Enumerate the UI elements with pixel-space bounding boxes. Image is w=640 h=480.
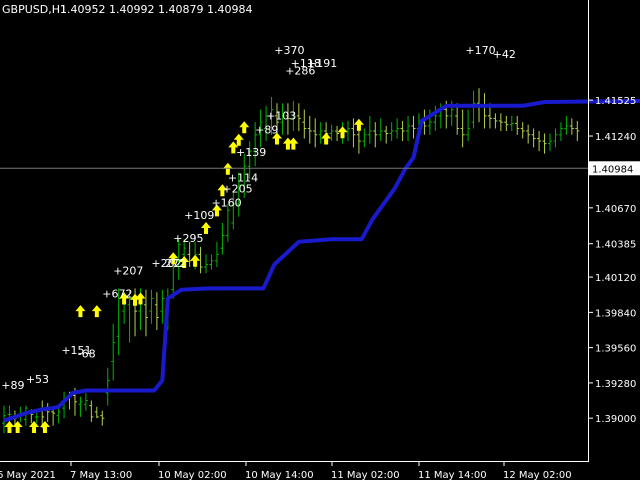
- trade-annotation: +205: [222, 183, 252, 196]
- time-tick-label: 11 May 14:00: [418, 470, 487, 480]
- trade-annotation: +42: [493, 48, 516, 61]
- price-chart[interactable]: +89 +53+151-68+672+207+202272+295+109+160…: [0, 0, 640, 480]
- price-tick-label: 1.39560: [595, 344, 636, 355]
- time-tick-label: 12 May 02:00: [503, 470, 572, 480]
- trade-annotation: +160: [211, 197, 241, 210]
- price-tick-label: 1.39840: [595, 308, 636, 319]
- trade-annotation: +672: [102, 287, 132, 300]
- price-tick-label: 1.40385: [595, 240, 636, 251]
- time-tick-label: 10 May 14:00: [245, 470, 314, 480]
- trade-annotation: +295: [173, 232, 203, 245]
- trade-annotation: +89: [1, 379, 24, 392]
- time-tick-label: 7 May 13:00: [70, 470, 132, 480]
- current-price-label: 1.40984: [592, 164, 633, 175]
- price-tick-label: 1.39000: [595, 414, 636, 425]
- trade-annotation: +114: [228, 171, 258, 184]
- trade-annotation: +109: [184, 209, 214, 222]
- chart-symbol-header: GBPUSD,H1: [2, 3, 67, 16]
- trade-annotation: +207: [113, 265, 143, 278]
- time-tick-label: 10 May 02:00: [158, 470, 227, 480]
- trade-annotation: +170: [465, 44, 495, 57]
- price-tick-label: 1.41525: [595, 96, 636, 107]
- price-tick-label: 1.40120: [595, 273, 636, 284]
- trade-annotation: +370: [274, 44, 304, 57]
- trade-annotation: +103: [266, 110, 296, 123]
- trade-annotation: +89: [255, 124, 278, 137]
- trade-annotation: +53: [26, 373, 49, 386]
- price-tick-label: 1.40670: [595, 204, 636, 215]
- chart-ohlc-header: 1.40952 1.40992 1.40879 1.40984: [60, 3, 252, 16]
- trade-annotation: +191: [307, 57, 337, 70]
- time-tick-label: 11 May 02:00: [331, 470, 400, 480]
- trade-annotation: +139: [236, 146, 266, 159]
- price-tick-label: 1.39280: [595, 379, 636, 390]
- trade-annotation: 272: [165, 257, 186, 270]
- price-tick-label: 1.41240: [595, 132, 636, 143]
- time-tick-label: 6 May 2021: [0, 470, 56, 480]
- trade-annotation: -68: [78, 348, 96, 361]
